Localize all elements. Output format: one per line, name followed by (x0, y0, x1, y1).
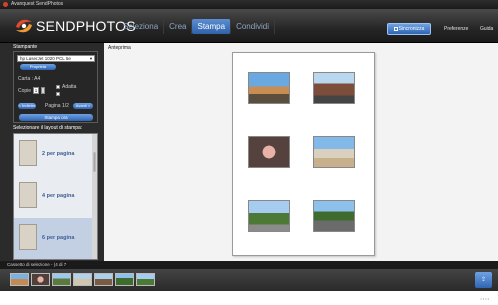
sync-button-label: Sincronizza (398, 26, 425, 32)
fit-label: Adatta (62, 84, 77, 90)
preview-photo (313, 72, 355, 104)
layout-option-6[interactable]: 6 per pagina (14, 218, 94, 259)
filmstrip-thumbnail[interactable] (73, 273, 92, 286)
tab-stampa[interactable]: Stampa (192, 19, 232, 34)
printer-section-title: Stampante (13, 44, 38, 50)
page-indicator: Pagina 1/2 (45, 103, 69, 109)
filmstrip-thumbnail[interactable] (10, 273, 29, 286)
filmstrip-thumbnail[interactable] (94, 273, 113, 286)
copies-input[interactable]: 1 (33, 87, 39, 94)
printer-select[interactable]: hp LaserJet 1020 PCL 5e ▼ (17, 55, 95, 62)
layout-6-thumbnail (19, 224, 37, 250)
layout-option-label: 6 per pagina (42, 235, 75, 241)
main-nav: Seleziona Crea Stampa Condividi (118, 19, 275, 34)
print-preview-page (232, 52, 375, 256)
layout-option-4[interactable]: 4 per pagina (14, 176, 94, 218)
preview-title: Anteprima (108, 45, 131, 51)
paper-label: Carta : A4 (18, 76, 41, 82)
sendphotos-logo-icon (16, 19, 32, 33)
filmstrip-thumbnail[interactable] (115, 273, 134, 286)
header-bar: SENDPHOTOS Seleziona Crea Stampa Condivi… (0, 9, 498, 43)
tab-condividi[interactable]: Condividi (231, 19, 275, 34)
filmstrip: ⇪ (0, 269, 498, 291)
option-checkbox[interactable] (56, 92, 60, 96)
tab-seleziona[interactable]: Seleziona (118, 19, 165, 34)
preview-photo (248, 136, 290, 168)
resize-grip-icon[interactable]: •••• (480, 296, 490, 301)
filmstrip-thumbnail[interactable] (136, 273, 155, 286)
layout-scrollbar[interactable] (92, 134, 97, 259)
layout-4-thumbnail (19, 182, 37, 208)
printer-panel: hp LaserJet 1020 PCL 5e ▼ Proprieta Cart… (13, 51, 98, 123)
layout-option-label: 4 per pagina (42, 193, 75, 199)
preview-photo (248, 72, 290, 104)
app-window: Avanquest SendPhotos SENDPHOTOS Selezion… (0, 0, 498, 305)
footer: •••• (0, 291, 498, 305)
print-now-button[interactable]: Stampa ora (19, 114, 93, 121)
layout-option-2[interactable]: 2 per pagina (14, 134, 94, 176)
preview-photo (313, 200, 355, 232)
title-bar: Avanquest SendPhotos (0, 0, 498, 9)
properties-button[interactable]: Proprieta (20, 64, 56, 70)
app-icon (3, 2, 8, 7)
guide-link[interactable]: Guida (480, 25, 493, 33)
preview-photo (248, 200, 290, 232)
filmstrip-title: Cassetto di selezione - (4 di 7 (0, 261, 498, 269)
layout-section-title: Selezionare il layout di stampa: (13, 125, 83, 131)
copies-stepper[interactable] (41, 87, 45, 94)
window-title: Avanquest SendPhotos (11, 1, 64, 7)
preview-panel: Anteprima (104, 43, 498, 261)
next-page-button[interactable]: Avanti > (73, 103, 93, 109)
sync-icon (393, 26, 398, 31)
layout-list: 2 per pagina 4 per pagina 6 per pagina (13, 133, 98, 260)
chevron-down-icon: ▼ (89, 56, 93, 61)
filmstrip-thumbnail[interactable] (31, 273, 50, 286)
preview-photo (313, 136, 355, 168)
previous-page-button[interactable]: < Indietro (18, 103, 36, 109)
scrollbar-thumb[interactable] (93, 152, 96, 172)
layout-option-label: 2 per pagina (42, 151, 75, 157)
tab-crea[interactable]: Crea (164, 19, 193, 34)
sync-button[interactable]: Sincronizza (387, 23, 431, 35)
copies-label: Copie (18, 88, 32, 94)
layout-2-thumbnail (19, 140, 37, 166)
preferences-link[interactable]: Preferenze (444, 25, 468, 33)
printer-select-value: hp LaserJet 1020 PCL 5e (20, 56, 71, 61)
filmstrip-thumbnail[interactable] (52, 273, 71, 286)
fit-checkbox[interactable] (56, 85, 60, 89)
filmstrip-action-icon[interactable]: ⇪ (475, 272, 492, 288)
